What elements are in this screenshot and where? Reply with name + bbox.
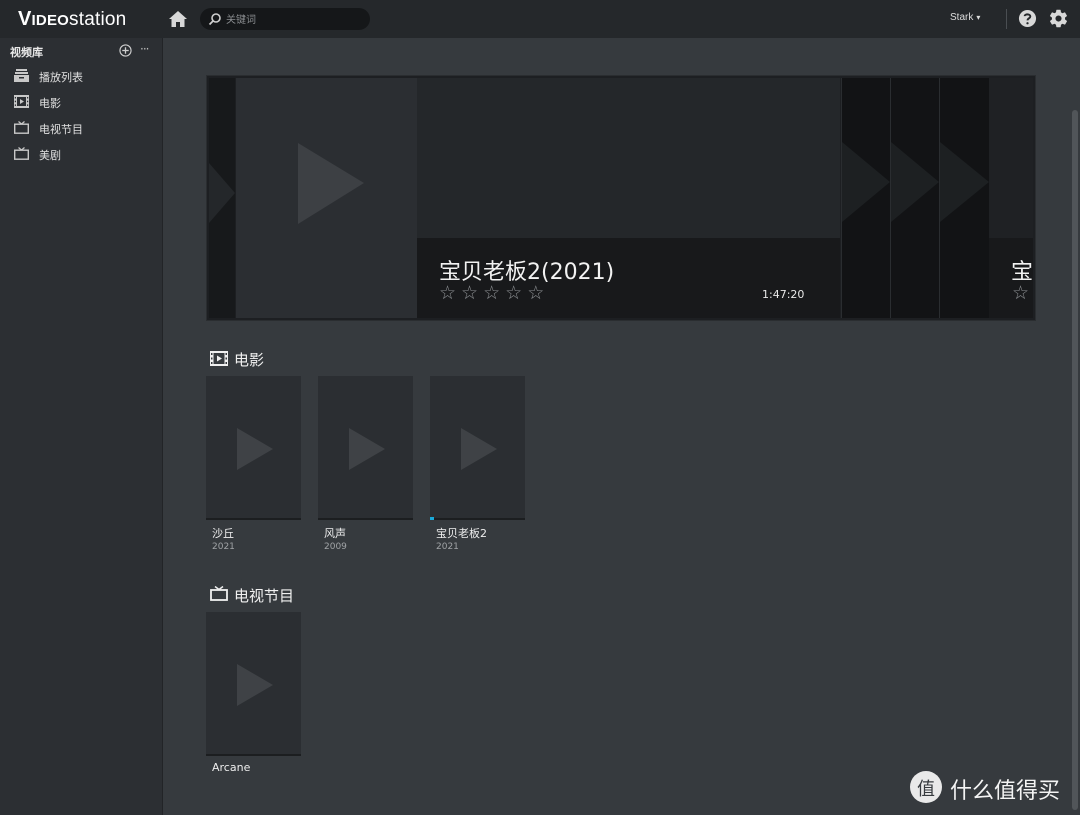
movie-card[interactable] [430,376,525,520]
featured-duration: 1:47:20 [762,288,805,301]
home-icon[interactable] [168,9,188,29]
star-icon[interactable]: ☆ [461,282,483,304]
tv-icon [14,147,29,160]
movie-year: 2021 [212,542,235,552]
logo-station: station [69,9,127,30]
tv-show-card[interactable] [206,612,301,756]
user-name: Stark [950,12,974,23]
play-icon [891,142,939,222]
chevron-down-icon: ▾ [976,13,981,22]
movie-title[interactable]: 风声 [324,525,346,541]
star-icon[interactable]: ☆ [505,282,527,304]
star-icon[interactable]: ☆ [1012,282,1029,304]
top-bar: VIDEOstation Stark▾ [0,0,1080,38]
plus-circle-icon[interactable] [119,44,132,57]
sidebar-item-tv-shows[interactable]: 电视节目 [0,116,162,140]
tv-show-title[interactable]: Arcane [212,761,250,774]
watermark: 值 什么值得买 [910,771,1070,804]
help-icon[interactable] [1018,9,1037,28]
carousel-strip[interactable] [939,78,989,318]
search-box [200,8,370,30]
featured-poster[interactable] [236,78,417,318]
watermark-text: 什么值得买 [950,779,1061,804]
sidebar: 视频库 ··· 播放列表 电影 电视节目 美剧 [0,38,163,815]
movie-year: 2009 [324,542,347,552]
movie-card[interactable] [318,376,413,520]
film-icon [14,95,29,108]
carousel-prev-strip[interactable] [209,78,235,318]
sidebar-item-label: 美剧 [39,149,61,162]
rating-stars[interactable]: ☆☆☆☆☆ [439,282,549,304]
tv-icon [14,121,29,134]
play-icon [461,428,497,470]
gear-icon[interactable] [1048,8,1069,29]
sidebar-item-label: 电视节目 [39,123,83,136]
star-icon[interactable]: ☆ [483,282,505,304]
play-icon [209,163,235,223]
logo-ideo: IDEO [31,12,70,29]
watch-progress-indicator [430,517,434,520]
search-input[interactable] [224,10,366,30]
movie-title[interactable]: 宝贝老板2 [436,525,487,541]
carousel-strip[interactable] [841,78,890,318]
star-icon[interactable]: ☆ [527,282,549,304]
sidebar-item-movies[interactable]: 电影 [0,90,162,114]
user-menu[interactable]: Stark ▾ [950,12,980,23]
playlist-icon [14,69,29,82]
sidebar-item-us-drama[interactable]: 美剧 [0,142,162,166]
tv-icon [210,586,228,601]
play-icon [842,142,890,222]
sidebar-item-playlist[interactable]: 播放列表 [0,64,162,88]
movie-title[interactable]: 沙丘 [212,525,234,541]
sidebar-title: 视频库 [10,46,43,59]
section-title-movies[interactable]: 电影 [234,349,264,370]
sidebar-item-label: 播放列表 [39,71,83,84]
movie-year: 2021 [436,542,459,552]
scrollbar-thumb[interactable] [1072,110,1078,810]
carousel-strip[interactable] [890,78,939,318]
play-icon [940,142,989,222]
sidebar-item-label: 电影 [39,97,61,110]
more-icon[interactable]: ··· [140,42,150,56]
play-icon [298,143,364,224]
film-icon [210,351,228,366]
topbar-divider [1006,9,1007,29]
search-icon [208,13,221,26]
play-icon [237,664,273,706]
logo-v: V [18,8,32,30]
star-icon[interactable]: ☆ [439,282,461,304]
play-icon [237,428,273,470]
featured-carousel[interactable]: 宝贝老板2(2021) ☆☆☆☆☆ 1:47:20 宝 ☆ [206,75,1036,321]
movie-card[interactable] [206,376,301,520]
section-title-tv-shows[interactable]: 电视节目 [234,585,294,606]
watermark-logo: 值 [910,771,942,803]
app-logo: VIDEOstation [18,8,126,31]
play-icon [349,428,385,470]
